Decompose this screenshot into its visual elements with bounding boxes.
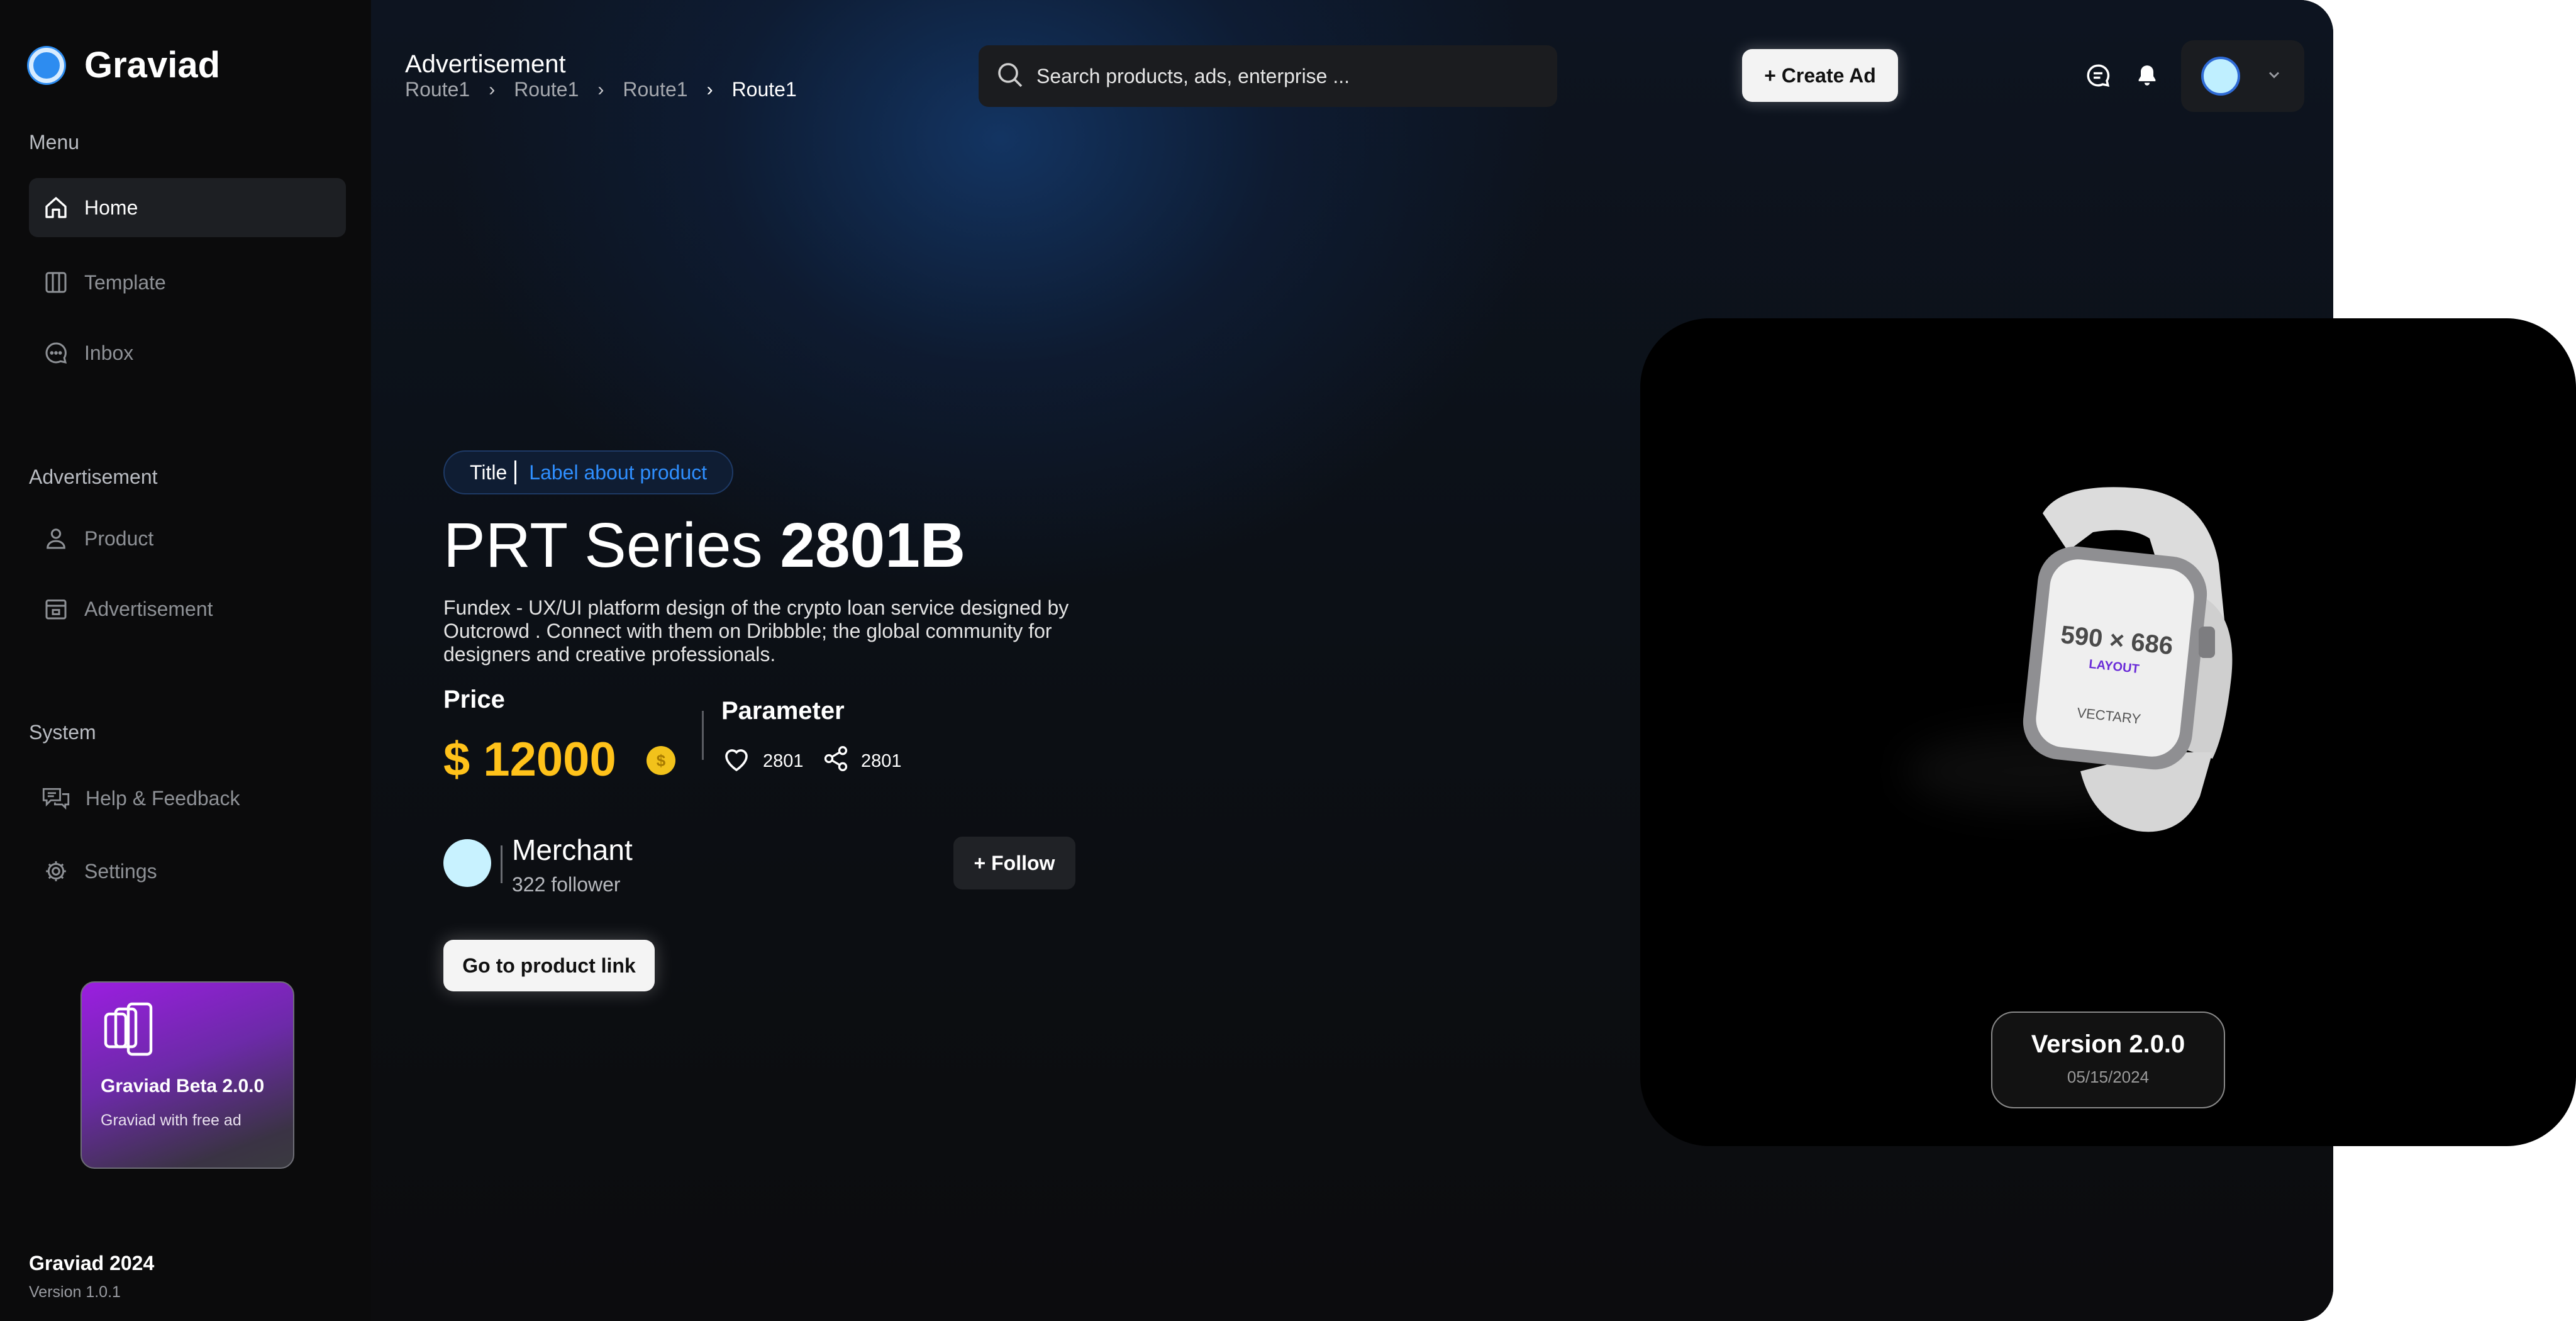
sidebar-item-advertisement[interactable]: Advertisement <box>29 579 346 638</box>
columns-icon <box>42 268 70 297</box>
price-label: Price <box>443 686 505 713</box>
sidebar-item-template[interactable]: Template <box>29 253 346 312</box>
price-divider <box>702 711 704 760</box>
sidebar-item-home[interactable]: Home <box>29 178 346 237</box>
go-to-product-link-button[interactable]: Go to product link <box>443 940 655 991</box>
follow-button[interactable]: + Follow <box>953 837 1075 889</box>
profile-menu[interactable] <box>2181 40 2304 112</box>
search-icon <box>995 60 1025 93</box>
breadcrumb-item[interactable]: Route1 <box>623 78 687 101</box>
merchant-avatar[interactable] <box>443 839 491 887</box>
product-title: PRT Series 2801B <box>443 510 965 582</box>
coin-icon: $ <box>647 746 675 775</box>
sidebar: Graviad Menu Home Template Inbox Adverti… <box>0 0 371 1321</box>
product-name: PRT Series <box>443 510 763 581</box>
merchant-name[interactable]: Merchant <box>512 833 633 867</box>
product-tag: Title Label about product <box>443 450 734 494</box>
shares-count: 2801 <box>861 750 902 771</box>
version-badge: Version 2.0.0 05/15/2024 <box>1991 1012 2225 1108</box>
sidebar-item-label: Help & Feedback <box>86 786 240 810</box>
price-value: $ 12000 <box>443 733 616 786</box>
avatar <box>2201 57 2240 96</box>
heart-icon <box>721 745 752 778</box>
promo-subtitle: Graviad with free ad <box>101 1112 242 1129</box>
brand[interactable]: Graviad <box>29 44 220 86</box>
version-date: 05/15/2024 <box>2067 1067 2150 1086</box>
brand-name: Graviad <box>84 45 220 86</box>
bell-icon[interactable] <box>2133 62 2161 89</box>
breadcrumb-item[interactable]: Route1 <box>405 78 470 101</box>
sidebar-item-label: Inbox <box>84 341 134 364</box>
merchant-divider <box>501 845 502 883</box>
tag-title: Title <box>470 460 508 484</box>
chat-bubble-icon <box>42 338 70 367</box>
tag-label: Label about product <box>529 460 708 484</box>
sidebar-item-label: Settings <box>84 859 157 883</box>
store-icon <box>42 594 70 623</box>
product-description: Fundex - UX/UI platform design of the cr… <box>443 596 1069 666</box>
gear-icon <box>42 857 70 886</box>
likes-count: 2801 <box>763 750 804 771</box>
chevron-right-icon: › <box>706 79 713 100</box>
sidebar-item-label: Product <box>84 527 154 550</box>
sidebar-item-label: Template <box>84 270 166 294</box>
breadcrumb-item[interactable]: Route1 <box>514 78 579 101</box>
sidebar-item-label: Advertisement <box>84 597 213 620</box>
beta-promo-card[interactable]: Graviad Beta 2.0.0 Graviad with free ad <box>80 981 294 1169</box>
sidebar-item-help-feedback[interactable]: Help & Feedback <box>29 769 346 828</box>
search-input[interactable]: Search products, ads, enterprise ... <box>979 45 1557 107</box>
menu-section-label: Menu <box>29 131 80 153</box>
create-ad-button[interactable]: + Create Ad <box>1742 49 1898 102</box>
footer-version: Version 1.0.1 <box>29 1283 121 1301</box>
page-title: Advertisement <box>405 50 566 78</box>
likes-stat[interactable]: 2801 <box>721 745 804 778</box>
sidebar-item-label: Home <box>84 196 138 219</box>
version-label: Version 2.0.0 <box>2031 1030 2185 1058</box>
sidebar-item-settings[interactable]: Settings <box>29 842 346 901</box>
home-icon <box>42 193 70 222</box>
shares-stat[interactable]: 2801 <box>822 745 902 778</box>
brand-logo-icon <box>29 47 64 83</box>
chevron-down-icon <box>2265 66 2283 87</box>
footer-title: Graviad 2024 <box>29 1252 155 1274</box>
breadcrumb-item-current[interactable]: Route1 <box>732 78 797 101</box>
chevron-right-icon: › <box>597 79 604 100</box>
share-icon <box>822 745 850 778</box>
search-placeholder: Search products, ads, enterprise ... <box>1036 64 1350 87</box>
smartwatch-image: 590 × 686 LAYOUT VECTARY <box>2023 487 2233 832</box>
cards-stack-icon <box>101 1001 161 1065</box>
product-preview-card: 590 × 686 LAYOUT VECTARY Version 2.0.0 0… <box>1640 318 2576 1146</box>
user-icon <box>42 524 70 553</box>
sidebar-item-product[interactable]: Product <box>29 509 346 568</box>
parameter-label: Parameter <box>721 697 845 725</box>
system-section-label: System <box>29 721 96 744</box>
feedback-icon <box>42 784 70 813</box>
sidebar-item-inbox[interactable]: Inbox <box>29 323 346 382</box>
product-model: 2801B <box>780 510 966 581</box>
breadcrumb: Route1 › Route1 › Route1 › Route1 <box>405 78 797 101</box>
chevron-right-icon: › <box>489 79 496 100</box>
promo-title: Graviad Beta 2.0.0 <box>101 1076 265 1096</box>
messages-icon[interactable] <box>2084 62 2112 89</box>
merchant-followers: 322 follower <box>512 873 621 896</box>
tag-divider <box>514 460 517 484</box>
advertisement-section-label: Advertisement <box>29 465 158 488</box>
